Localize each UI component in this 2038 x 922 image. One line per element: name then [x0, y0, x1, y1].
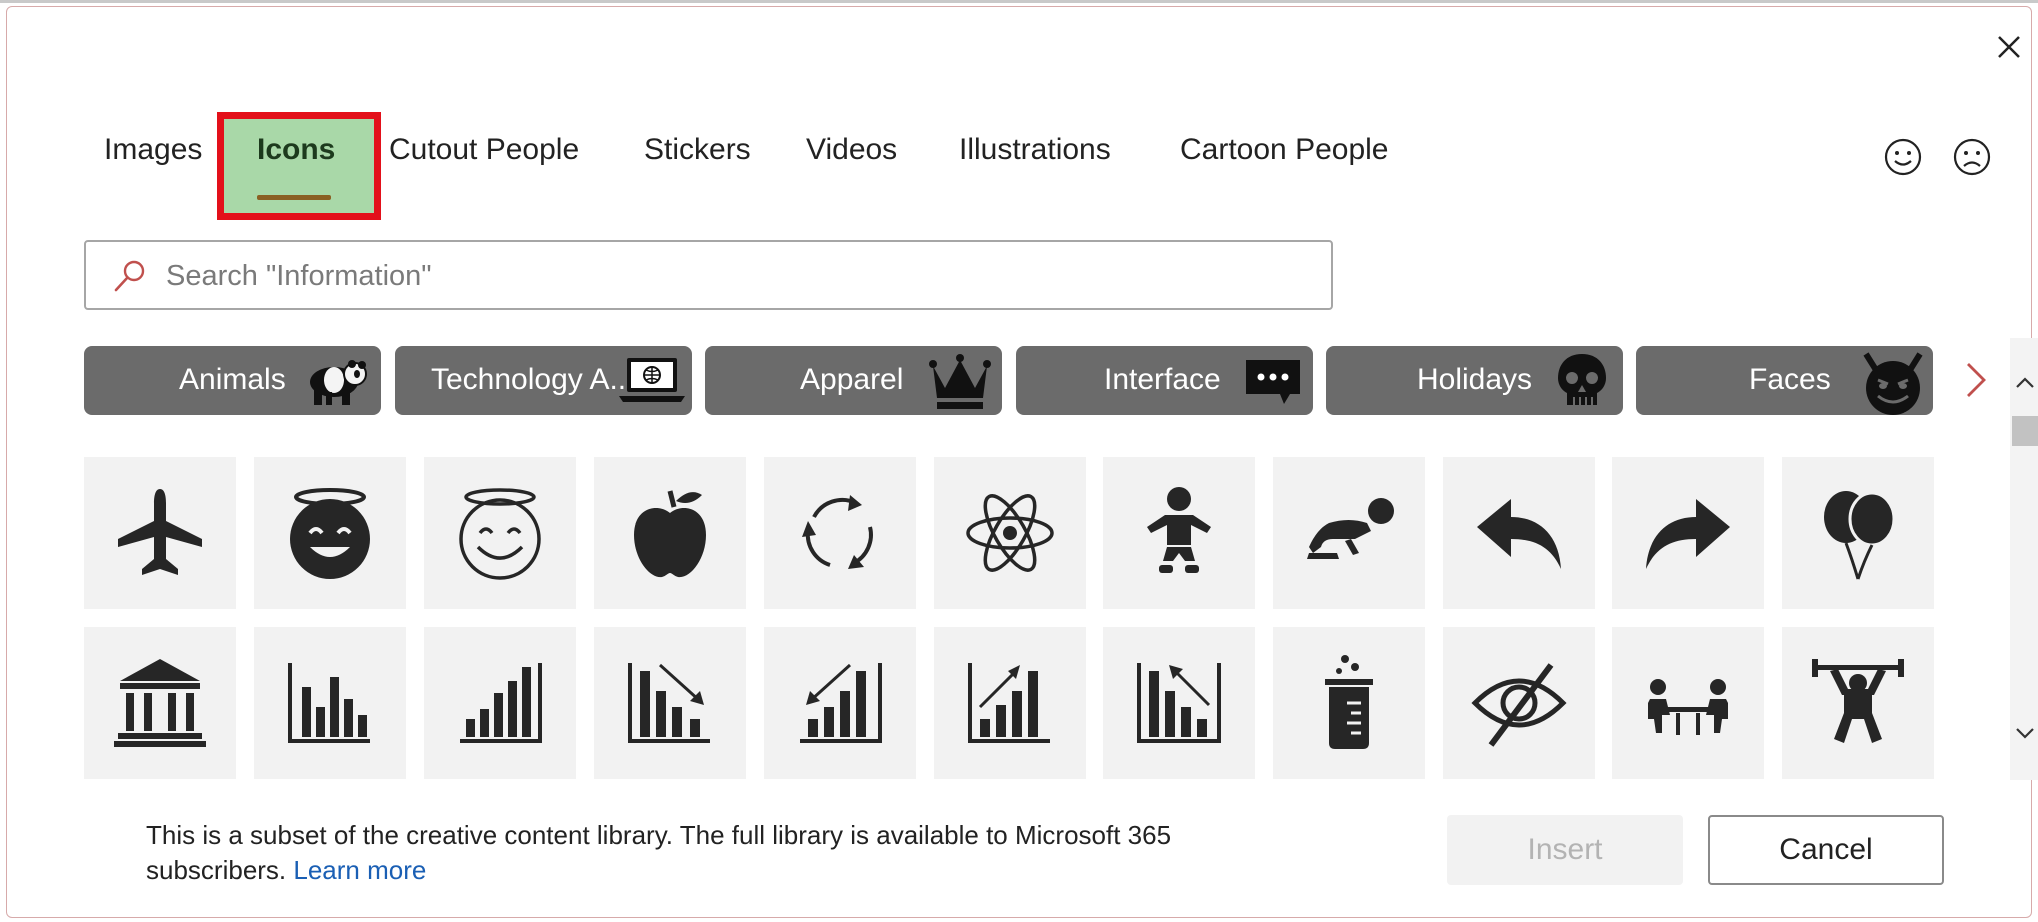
- vertical-scrollbar[interactable]: [2010, 338, 2038, 780]
- baby-icon: [1147, 487, 1211, 573]
- refresh-cycle-icon: [802, 495, 873, 569]
- bar-chart-up-trend-icon: [968, 663, 1050, 743]
- skull-icon: [1558, 354, 1606, 405]
- bar-chart-icon: [288, 663, 370, 743]
- tab-stickers[interactable]: Stickers: [644, 133, 751, 167]
- smile-feedback-icon[interactable]: [1881, 135, 1925, 179]
- bar-chart-down-left-icon: [800, 663, 882, 743]
- tab-cartoon-people[interactable]: Cartoon People: [1180, 133, 1388, 167]
- frown-feedback-icon[interactable]: [1950, 135, 1994, 179]
- icon-tile[interactable]: [1443, 457, 1595, 609]
- panda-icon: [310, 360, 367, 405]
- selected-tab-indicator: [257, 195, 331, 200]
- icon-tile[interactable]: [1612, 627, 1764, 779]
- category-label: Apparel: [800, 363, 904, 396]
- cancel-button[interactable]: Cancel: [1708, 815, 1944, 885]
- scroll-down-icon[interactable]: [2014, 722, 2036, 744]
- beaker-icon: [1325, 655, 1373, 749]
- atom-icon: [966, 494, 1054, 572]
- insert-button[interactable]: Insert: [1447, 815, 1683, 885]
- category-label: Animals: [179, 363, 286, 396]
- icon-tile[interactable]: [594, 627, 746, 779]
- bank-icon: [114, 659, 206, 747]
- search-box: [84, 240, 1333, 310]
- icon-tile[interactable]: [1612, 457, 1764, 609]
- category-label: Interface: [1104, 363, 1221, 396]
- crown-icon: [929, 354, 991, 409]
- halo-smiley-outline-icon: [459, 488, 541, 580]
- tab-videos[interactable]: Videos: [806, 133, 897, 167]
- chevron-right-icon[interactable]: [1960, 358, 1990, 402]
- search-input[interactable]: [164, 252, 1318, 300]
- window-top-edge: [0, 0, 2038, 3]
- chat-bubble-icon: [1246, 360, 1300, 404]
- tab-cutout-people[interactable]: Cutout People: [389, 133, 579, 167]
- reply-arrow-icon: [1477, 499, 1561, 569]
- tab-icons[interactable]: Icons: [257, 133, 335, 167]
- category-label: Technology A...: [431, 363, 635, 396]
- bar-chart-down-trend-icon: [628, 663, 710, 743]
- icon-tile[interactable]: [84, 627, 236, 779]
- icon-tile[interactable]: [254, 457, 406, 609]
- devil-face-icon: [1863, 352, 1923, 415]
- eye-slash-icon: [1471, 663, 1567, 747]
- halo-smiley-filled-icon: [290, 488, 370, 579]
- tab-illustrations[interactable]: Illustrations: [959, 133, 1111, 167]
- icon-tile[interactable]: [1443, 627, 1595, 779]
- balloons-icon: [1824, 491, 1896, 580]
- icon-tile[interactable]: [1103, 627, 1255, 779]
- icon-tile[interactable]: [764, 457, 916, 609]
- icon-tile[interactable]: [594, 457, 746, 609]
- icon-tile[interactable]: [1103, 457, 1255, 609]
- bar-chart-rising-icon: [460, 663, 542, 743]
- search-icon: [114, 260, 145, 292]
- icon-tile[interactable]: [1273, 627, 1425, 779]
- library-notice: This is a subset of the creative content…: [146, 818, 1206, 888]
- icon-tile[interactable]: [934, 627, 1086, 779]
- category-faces[interactable]: Faces: [1636, 346, 1933, 415]
- category-label: Faces: [1749, 363, 1831, 396]
- category-interface[interactable]: Interface: [1016, 346, 1313, 415]
- icon-tile[interactable]: [1782, 457, 1934, 609]
- forward-arrow-icon: [1646, 499, 1730, 569]
- icon-tile[interactable]: [84, 457, 236, 609]
- icon-tile[interactable]: [424, 457, 576, 609]
- learn-more-link[interactable]: Learn more: [293, 855, 426, 885]
- category-animals[interactable]: Animals: [84, 346, 381, 415]
- category-holidays[interactable]: Holidays: [1326, 346, 1623, 415]
- scrollbar-thumb[interactable]: [2012, 416, 2038, 446]
- apple-icon: [634, 490, 706, 578]
- meeting-table-icon: [1648, 679, 1728, 735]
- icon-tile[interactable]: [764, 627, 916, 779]
- close-icon[interactable]: [1991, 29, 2027, 65]
- tab-images[interactable]: Images: [104, 133, 202, 167]
- icon-tile[interactable]: [1273, 457, 1425, 609]
- icon-tile[interactable]: [254, 627, 406, 779]
- weightlifter-icon: [1812, 659, 1904, 743]
- airplane-icon: [118, 489, 202, 575]
- icon-tile[interactable]: [1782, 627, 1934, 779]
- scroll-up-icon[interactable]: [2014, 372, 2036, 394]
- bar-chart-up-left-icon: [1137, 663, 1221, 743]
- icon-tile[interactable]: [424, 627, 576, 779]
- category-apparel[interactable]: Apparel: [705, 346, 1002, 415]
- category-label: Holidays: [1417, 363, 1533, 396]
- icon-tile[interactable]: [934, 457, 1086, 609]
- category-technology[interactable]: Technology A...: [395, 346, 692, 415]
- crawling-baby-icon: [1307, 498, 1394, 559]
- laptop-icon: [619, 358, 685, 402]
